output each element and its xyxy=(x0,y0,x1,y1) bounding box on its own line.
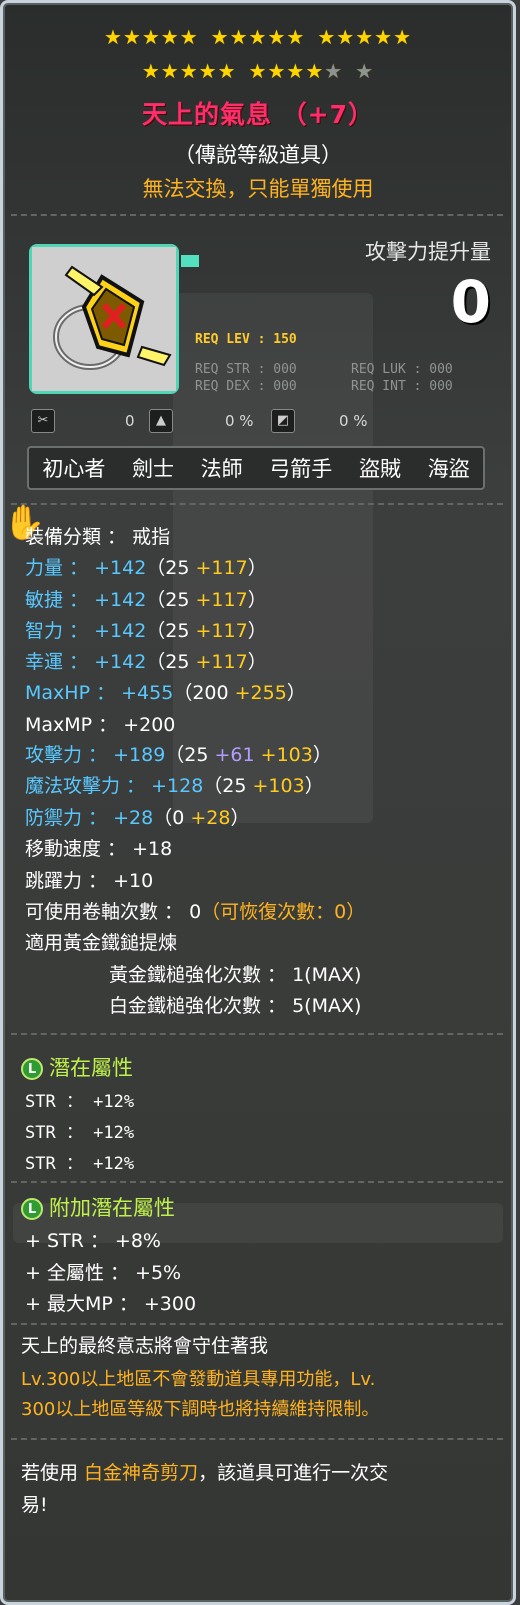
misc-value-b: 0 % xyxy=(225,412,254,430)
job-list: 初心者 劍士 法師 弓箭手 盜賊 海盜 xyxy=(27,446,485,490)
job-magician: 法師 xyxy=(200,457,243,481)
trade-restriction: 無法交換，只能單獨使用 xyxy=(142,177,374,201)
job-archer: 弓箭手 xyxy=(269,457,333,481)
stat-scroll: 可使用卷軸次數 ： 0（可恢復次數：0） xyxy=(25,901,366,923)
job-thief: 盜賊 xyxy=(358,457,401,481)
bonus-potential-line: + STR ： +8% xyxy=(25,1230,161,1252)
stat-category: 裝備分類 ： 戒指 xyxy=(25,526,171,548)
bonus-potential-line: + 最大MP ： +300 xyxy=(25,1293,197,1315)
star-icon: ★ xyxy=(305,59,325,83)
job-beginner: 初心者 xyxy=(42,457,106,481)
empty-star-icon: ★ xyxy=(355,59,375,83)
star-icon: ★ xyxy=(286,25,306,49)
hammer-title: 適用黃金鐵鎚提煉 xyxy=(25,932,178,954)
scissors-note: 易! xyxy=(21,1494,48,1516)
job-pirate: 海盜 xyxy=(427,457,470,481)
divider xyxy=(11,1438,503,1440)
item-tooltip: ★★★★★ ★★★★★ ★★★★★ ★★★★★ ★★★★★ ★ 天上的氣息 （+7） （… xyxy=(0,0,516,1605)
req-luk: REQ LUK : 000 xyxy=(351,362,453,377)
star-icon: ★ xyxy=(141,25,161,49)
star-icon: ★ xyxy=(103,25,123,49)
attack-gain-value: 0 xyxy=(450,268,491,336)
legendary-grade-icon: L xyxy=(21,1058,43,1080)
star-icon: ★ xyxy=(122,25,142,49)
upgrade-icon: ▲ xyxy=(149,409,173,433)
misc-value-c: 0 % xyxy=(339,412,368,430)
star-icon: ★ xyxy=(198,59,218,83)
job-warrior: 劍士 xyxy=(131,457,174,481)
star-icon: ★ xyxy=(248,25,268,49)
stat-int: 智力 ： +142（25 +117） xyxy=(25,620,267,642)
star-icon: ★ xyxy=(393,25,413,49)
star-icon: ★ xyxy=(248,59,268,83)
stat-str: 力量 ： +142（25 +117） xyxy=(25,557,267,579)
star-icon: ★ xyxy=(179,59,199,83)
star-icon: ★ xyxy=(267,59,287,83)
platinum-hammer-count: 白金鐵槌強化次數 ： 5(MAX) xyxy=(109,995,362,1017)
req-str: REQ STR : 000 xyxy=(195,362,297,377)
star-icon: ★ xyxy=(336,25,356,49)
stat-magic-attack: 魔法攻擊力 ： +128（25 +103） xyxy=(25,775,324,797)
potential-line: STR ： +12% xyxy=(25,1123,135,1143)
star-icon: ★ xyxy=(267,25,287,49)
legendary-grade-icon: L xyxy=(21,1198,43,1220)
misc-value-a: 0 xyxy=(125,412,135,430)
star-icon: ★ xyxy=(160,59,180,83)
potential-header: L 潛在屬性 xyxy=(21,1052,133,1082)
divider xyxy=(11,503,503,505)
level-restriction-note: 300以上地區等級下調時也將持續維持限制。 xyxy=(21,1399,380,1420)
divider xyxy=(11,214,503,216)
star-icon: ★ xyxy=(217,59,237,83)
level-restriction-note: Lv.300以上地區不會發動道具專用功能，Lv. xyxy=(21,1369,376,1390)
scissors-note: 若使用 白金神奇剪刀，該道具可進行一次交 xyxy=(21,1462,389,1484)
stat-maxhp: MaxHP ： +455（200 +255） xyxy=(25,682,306,704)
heart-shield-ring-icon xyxy=(32,247,176,391)
potential-line: STR ： +12% xyxy=(25,1092,135,1112)
item-description: 天上的最終意志將會守住著我 xyxy=(21,1335,269,1357)
star-icon: ★ xyxy=(317,25,337,49)
item-grade: （傳說等級道具） xyxy=(174,143,342,167)
stat-attack: 攻擊力 ： +189（25 +61 +103） xyxy=(25,744,332,766)
star-icon: ★ xyxy=(286,59,306,83)
divider xyxy=(11,1181,503,1183)
empty-star-icon: ★ xyxy=(324,59,344,83)
star-icon: ★ xyxy=(210,25,230,49)
stat-dex: 敏捷 ： +142（25 +117） xyxy=(25,589,267,611)
star-force-row-1: ★★★★★ ★★★★★ ★★★★★ xyxy=(3,25,513,49)
item-icon-frame xyxy=(29,244,179,394)
gold-hammer-count: 黃金鐵槌強化次數 ： 1(MAX) xyxy=(109,964,362,986)
potential-line: STR ： +12% xyxy=(25,1154,135,1174)
req-int: REQ INT : 000 xyxy=(351,379,453,394)
divider xyxy=(11,1323,503,1325)
cut-icon: ✂ xyxy=(31,409,55,433)
req-level: REQ LEV : 150 xyxy=(195,332,297,347)
stat-luk: 幸運 ： +142（25 +117） xyxy=(25,651,267,673)
item-name: 天上的氣息 （+7） xyxy=(141,100,375,129)
divider xyxy=(11,1033,503,1035)
tag-icon xyxy=(181,255,199,267)
shield-icon: ◩ xyxy=(271,409,295,433)
star-icon: ★ xyxy=(374,25,394,49)
star-force-row-2: ★★★★★ ★★★★★ ★ xyxy=(3,59,513,83)
req-dex: REQ DEX : 000 xyxy=(195,379,297,394)
stat-defense: 防禦力 ： +28（0 +28） xyxy=(25,807,250,829)
bonus-potential-line: + 全屬性 ： +5% xyxy=(25,1262,182,1284)
attack-gain-label: 攻擊力提升量 xyxy=(365,240,491,264)
stat-speed: 移動速度 ： +18 xyxy=(25,838,173,860)
stat-maxmp: MaxMP ： +200 xyxy=(25,714,176,736)
stat-jump: 跳躍力 ： +10 xyxy=(25,870,154,892)
bonus-potential-header: L 附加潛在屬性 xyxy=(21,1192,175,1222)
star-icon: ★ xyxy=(179,25,199,49)
star-icon: ★ xyxy=(229,25,249,49)
star-icon: ★ xyxy=(160,25,180,49)
star-icon: ★ xyxy=(141,59,161,83)
star-icon: ★ xyxy=(355,25,375,49)
